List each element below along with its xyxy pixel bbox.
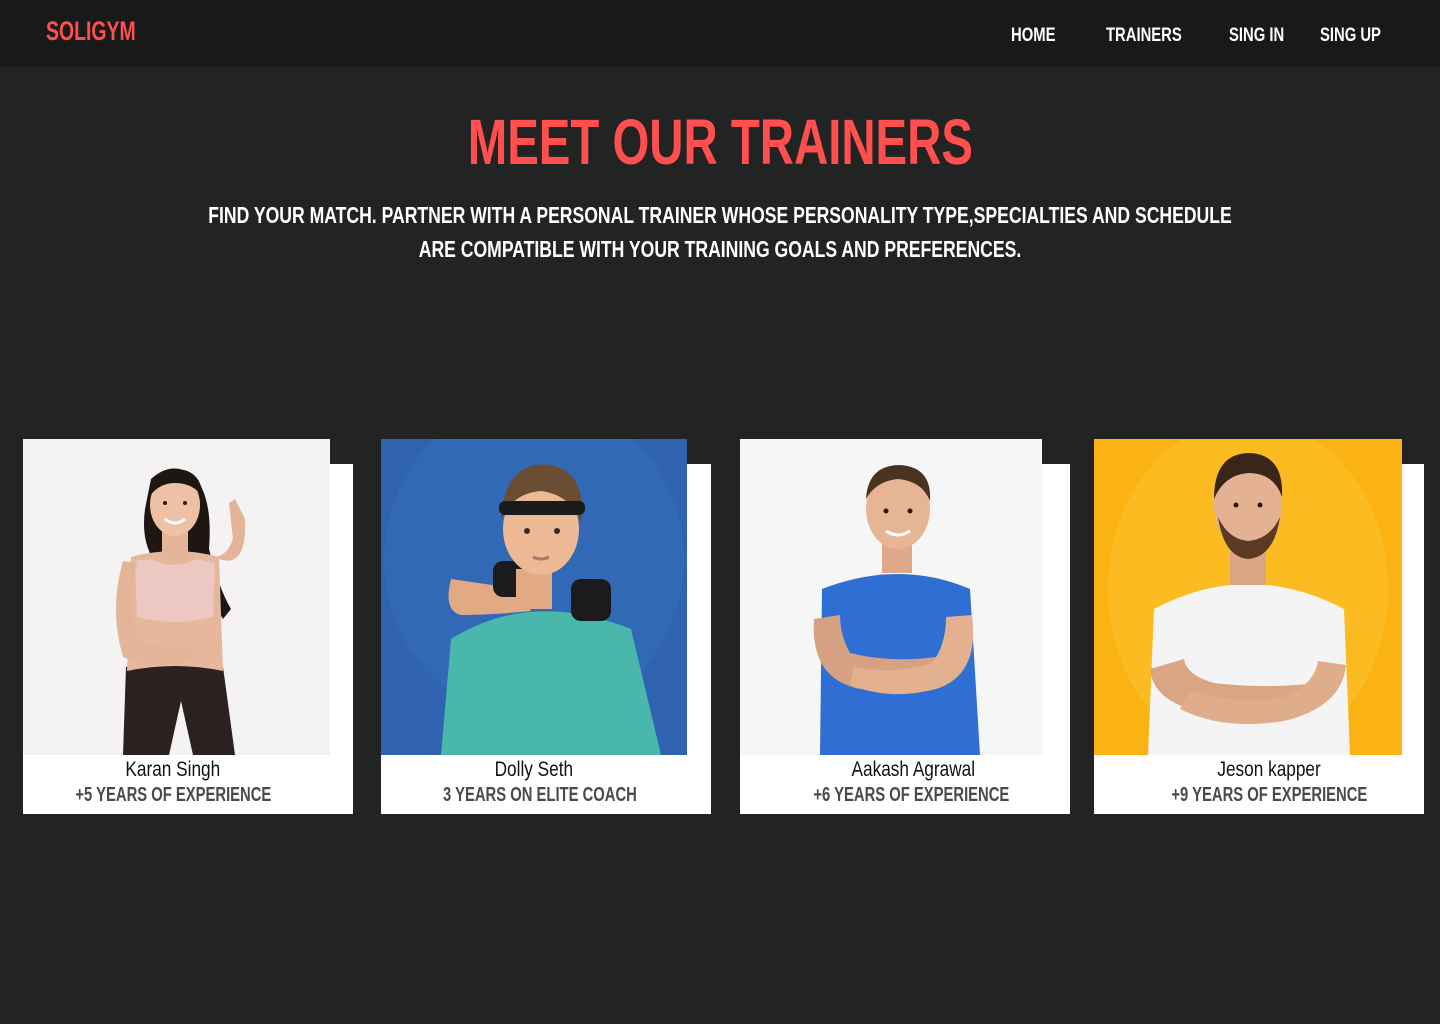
trainer-experience-text: +6 YEARS OF EXPERIENCE	[813, 784, 1009, 806]
page-title-text: MEET OUR TRAINERS	[467, 106, 973, 178]
navbar: SOLIGYM HOME TRAINERS SING IN SING UP	[0, 0, 1440, 67]
trainer-name-text: Jeson kapper	[1217, 758, 1321, 781]
trainer-experience-text: +5 YEARS OF EXPERIENCE	[75, 784, 271, 806]
trainer-photo-dolly-seth	[381, 439, 687, 755]
nav-trainers[interactable]: TRAINERS	[1106, 25, 1182, 47]
brand-logo[interactable]: SOLIGYM	[46, 16, 136, 47]
nav-sign-in[interactable]: SING IN	[1229, 25, 1284, 47]
trainer-photo-aakash-agrawal	[740, 439, 1042, 755]
nav-home[interactable]: HOME	[1011, 25, 1055, 47]
trainer-name-text: Aakash Agrawal	[851, 758, 975, 781]
trainer-illustration-man-blue	[813, 465, 980, 755]
trainer-experience: +9 YEARS OF EXPERIENCE	[1104, 784, 1434, 807]
trainer-experience: +5 YEARS OF EXPERIENCE	[8, 784, 338, 807]
trainer-illustration-man-white	[1094, 439, 1402, 755]
trainer-name-text: Dolly Seth	[494, 758, 574, 781]
trainer-name: Dolly Seth	[369, 758, 699, 782]
trainer-name: Jeson kapper	[1104, 758, 1434, 782]
trainer-name: Aakash Agrawal	[748, 758, 1078, 782]
page-subtitle-text: FIND YOUR MATCH. PARTNER WITH A PERSONAL…	[208, 202, 1232, 262]
trainer-name: Karan Singh	[8, 758, 338, 782]
trainer-experience: +6 YEARS OF EXPERIENCE	[746, 784, 1076, 807]
page-subtitle: FIND YOUR MATCH. PARTNER WITH A PERSONAL…	[200, 198, 1240, 266]
page-title: MEET OUR TRAINERS	[0, 104, 1440, 180]
nav-sign-up[interactable]: SING UP	[1320, 25, 1381, 47]
trainer-photo-jeson-kapper	[1094, 439, 1402, 755]
trainer-photo-karan-singh	[23, 439, 330, 755]
trainer-experience: 3 YEARS ON ELITE COACH	[375, 784, 705, 807]
trainer-illustration-boxer	[381, 439, 687, 755]
trainer-name-text: Karan Singh	[125, 758, 221, 781]
trainer-illustration-woman	[116, 468, 246, 755]
trainer-experience-text: 3 YEARS ON ELITE COACH	[443, 784, 637, 806]
trainer-experience-text: +9 YEARS OF EXPERIENCE	[1171, 784, 1367, 806]
